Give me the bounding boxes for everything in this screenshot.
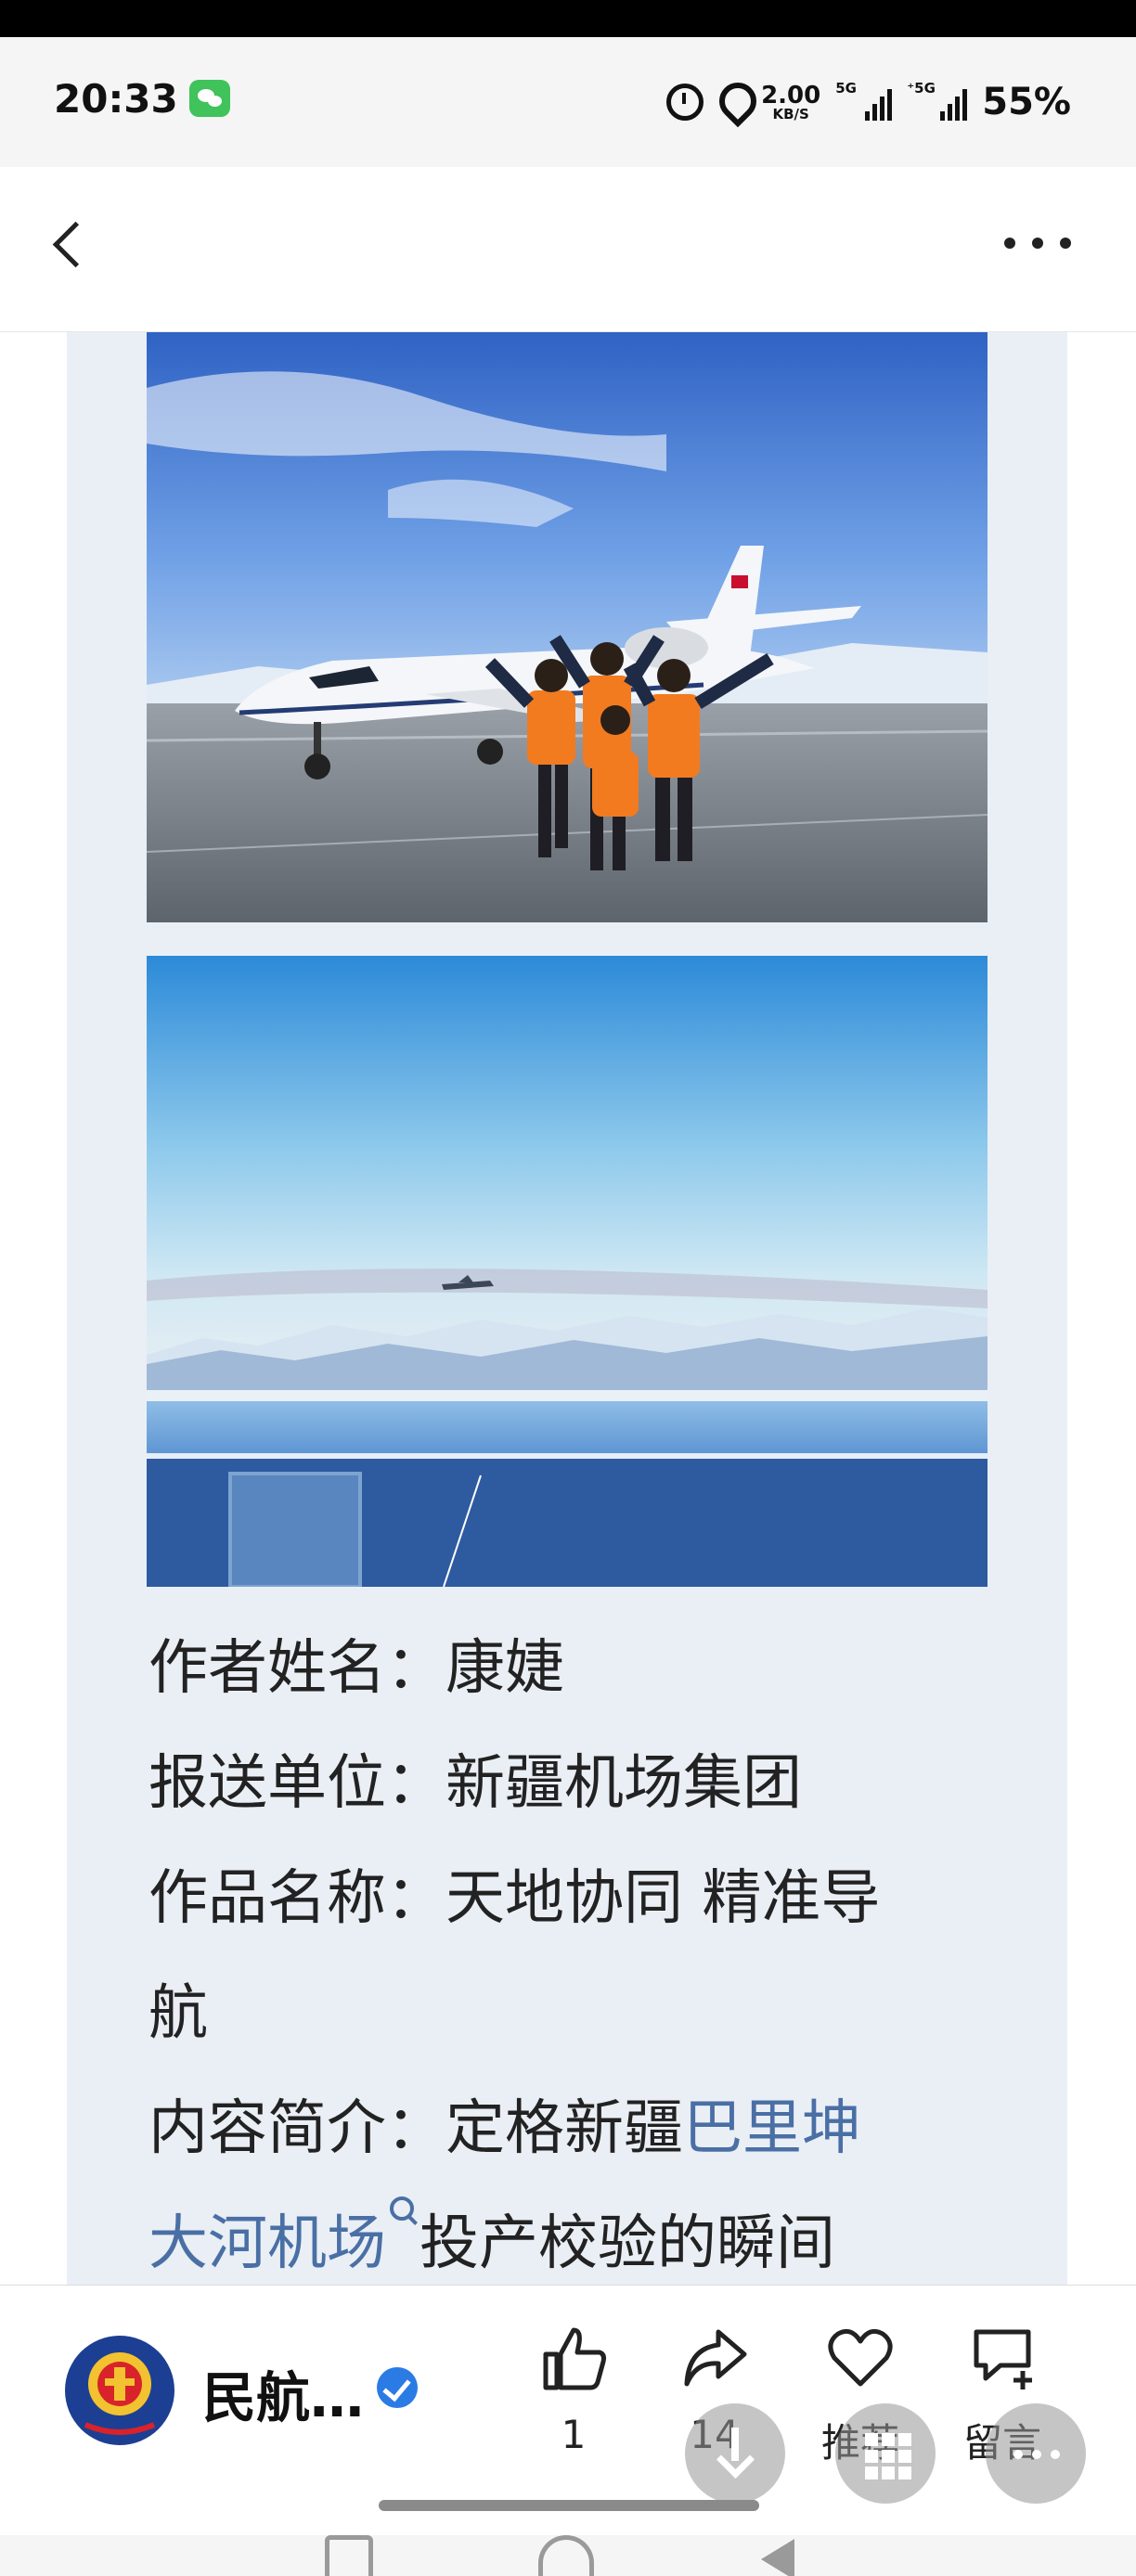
article-text: 作者姓名：康婕 报送单位：新疆机场集团 作品名称：天地协同 精准导 航 内容简介… (148, 1611, 1021, 2285)
verified-badge-icon (377, 2367, 418, 2408)
wechat-notification-icon (189, 80, 230, 117)
intro-label: 内容简介： (148, 2094, 445, 2163)
publisher-name[interactable]: 民航… (202, 2354, 364, 2432)
home-indicator[interactable] (379, 2500, 759, 2511)
signal-tag-2: ⁺5G (907, 80, 936, 97)
bottom-action-bar: 民航… 1 14 推荐 留言 (0, 2285, 1136, 2535)
article-content: 作者姓名：康婕 报送单位：新疆机场集团 作品名称：天地协同 精准导 航 内容简介… (0, 332, 1136, 2285)
heart-icon (825, 2323, 896, 2393)
signal-strength-icon-1: 5G (835, 80, 893, 121)
intro-line-continued: 大河机场 投产校验的瞬间 (148, 2186, 1021, 2285)
top-navigation-bar (0, 167, 1136, 332)
system-back-icon[interactable] (761, 2539, 794, 2576)
author-line: 作者姓名：康婕 (148, 1611, 1021, 1726)
author-label: 作者姓名： (148, 1634, 445, 1703)
work-title-label: 作品名称： (148, 1864, 445, 1933)
photo-aircraft-crew[interactable] (147, 332, 988, 922)
work-title-line: 作品名称：天地协同 精准导 (148, 1841, 1021, 1956)
intro-value: 定格新疆 (445, 2094, 683, 2163)
article-card: 作者姓名：康婕 报送单位：新疆机场集团 作品名称：天地协同 精准导 航 内容简介… (67, 332, 1067, 2285)
work-title-line-continued: 航 (148, 1956, 1021, 2071)
network-speed-unit: KB/S (772, 105, 809, 122)
floating-download-button[interactable] (685, 2403, 785, 2504)
system-navigation-bar (0, 2535, 1136, 2576)
location-icon (718, 83, 746, 122)
top-black-strip (0, 0, 1136, 37)
search-icon[interactable] (390, 2196, 414, 2221)
battery-level: 55% (982, 81, 1071, 123)
status-indicators: 2.00 KB/S 5G ⁺5G 55% (666, 74, 1071, 130)
like-button[interactable]: 1 (513, 2323, 634, 2490)
intro-line: 内容简介：定格新疆巴里坤 (148, 2071, 1021, 2186)
unit-value: 新疆机场集团 (445, 1749, 802, 1818)
back-button[interactable] (43, 215, 98, 271)
publisher-avatar[interactable] (65, 2336, 174, 2445)
more-dot-icon (1032, 238, 1043, 249)
network-speed-value: 2.00 (761, 81, 821, 109)
status-time: 20:33 (54, 76, 178, 122)
alarm-icon (666, 84, 704, 121)
work-title-value: 天地协同 精准导 (445, 1864, 881, 1933)
recent-apps-icon[interactable] (325, 2535, 373, 2576)
unit-label: 报送单位： (148, 1749, 445, 1818)
floating-grid-button[interactable] (835, 2403, 936, 2504)
intro-link-barkol[interactable]: 巴里坤 (683, 2094, 861, 2163)
home-icon[interactable] (538, 2535, 594, 2576)
unit-line: 报送单位：新疆机场集团 (148, 1726, 1021, 1841)
intro-link-airport[interactable]: 大河机场 (148, 2209, 386, 2278)
signal-strength-icon-2: ⁺5G (907, 80, 968, 121)
photo-aircraft-snow-mountains[interactable] (147, 956, 988, 1587)
intro-value-continued: 投产校验的瞬间 (420, 2209, 835, 2278)
signal-tag-1: 5G (835, 80, 857, 97)
like-count: 1 (561, 2412, 587, 2457)
author-value: 康婕 (445, 1634, 564, 1703)
thumbs-up-icon (538, 2323, 609, 2393)
more-dot-icon (1060, 238, 1071, 249)
work-title-value-continued: 航 (148, 1979, 208, 2048)
more-dot-icon (1004, 238, 1015, 249)
more-options-button[interactable] (1004, 225, 1071, 262)
network-speed: 2.00 KB/S (761, 84, 820, 122)
status-bar: 20:33 2.00 KB/S 5G ⁺5G 55% (0, 37, 1136, 167)
share-arrow-icon (679, 2323, 750, 2393)
floating-more-button[interactable] (986, 2403, 1086, 2504)
comment-add-icon (967, 2323, 1038, 2393)
